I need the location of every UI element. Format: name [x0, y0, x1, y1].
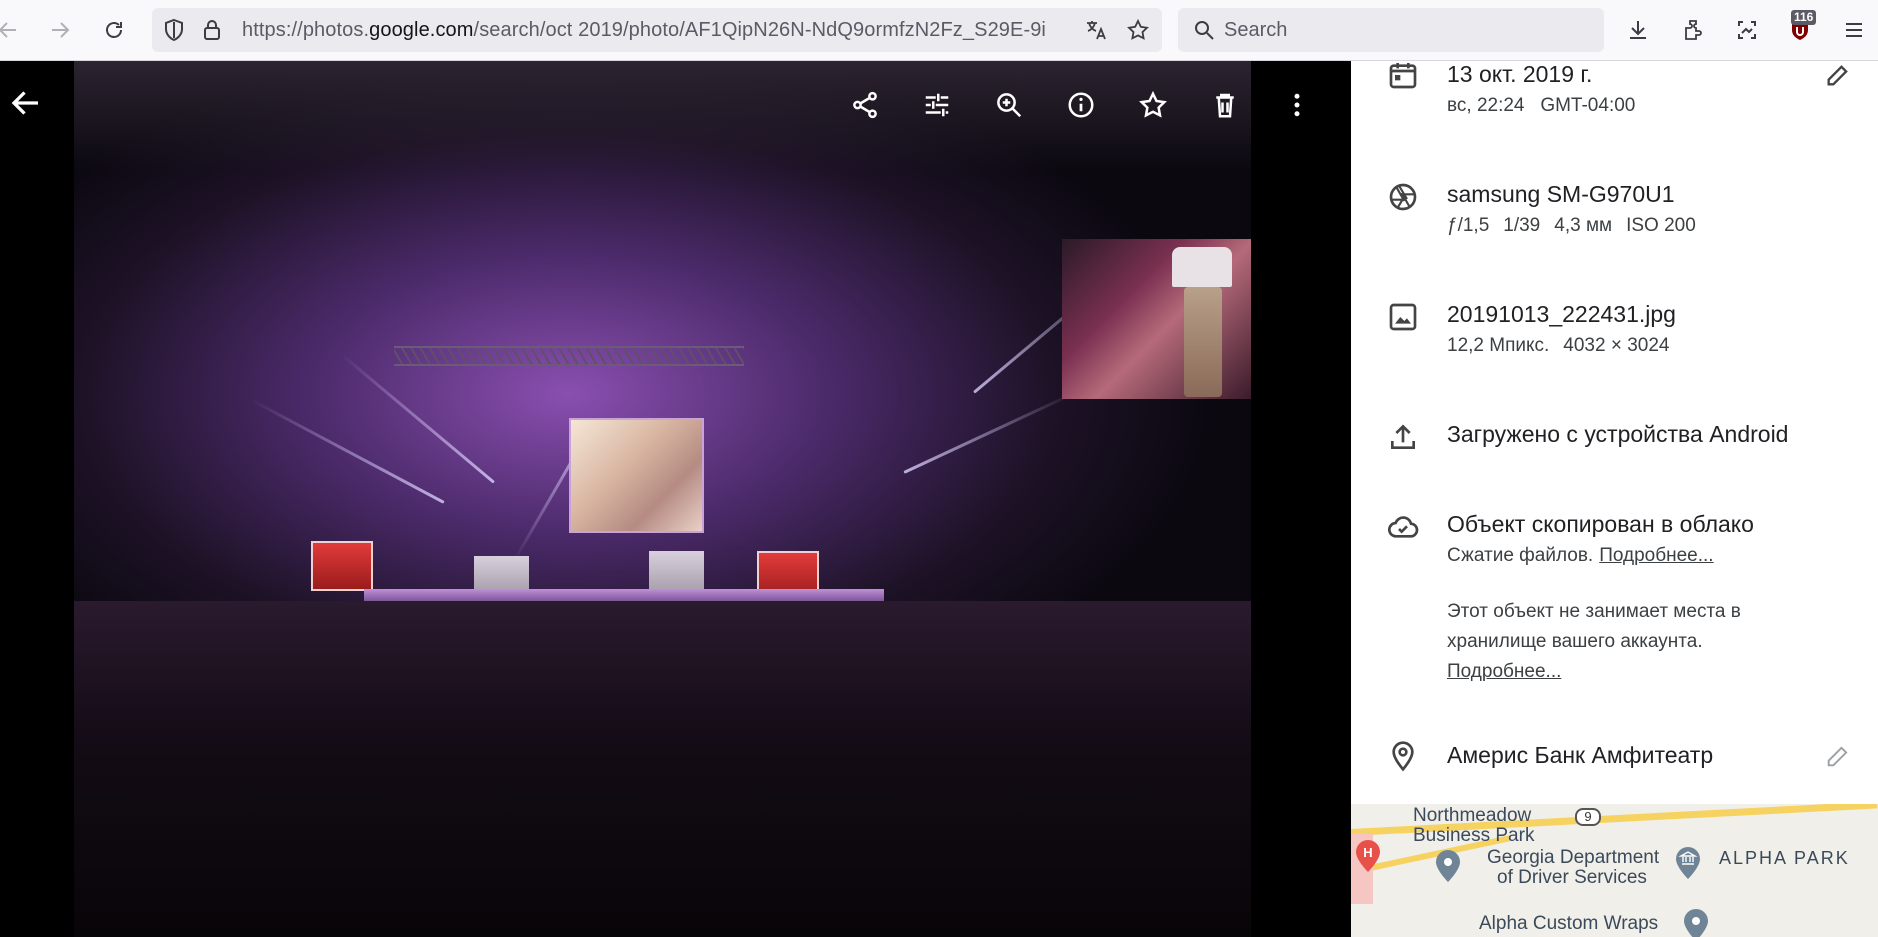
search-icon — [1188, 14, 1220, 46]
url-bar[interactable]: https://photos.google.com/search/oct 201… — [152, 8, 1162, 52]
camera-aperture-icon — [1387, 181, 1419, 213]
photo-lighting-truss — [394, 346, 744, 366]
info-backup-title: Объект скопирован в облако — [1447, 511, 1754, 537]
info-time: вс, 22:24 GMT-04:00 — [1447, 95, 1636, 116]
learn-more-link[interactable]: Подробнее... — [1599, 545, 1713, 566]
info-upload-source: Загружено с устройства Android — [1447, 421, 1789, 447]
map-label-alpha-custom: Alpha Custom Wraps — [1479, 913, 1659, 934]
edit-pencil-icon[interactable] — [1824, 61, 1852, 89]
search-placeholder: Search — [1224, 19, 1288, 41]
photo-beard-shape — [1184, 287, 1222, 397]
info-dimensions: 12,2 Мпикс. 4032 × 3024 — [1447, 335, 1684, 357]
map-hospital-icon: H — [1355, 839, 1381, 873]
star-icon[interactable] — [1122, 14, 1154, 46]
map-route-shield: 9 — [1575, 808, 1601, 826]
map-business-pin-icon[interactable] — [1683, 908, 1709, 937]
photo-crowd — [74, 601, 1251, 937]
photo-viewer — [0, 61, 1351, 937]
extensions-icon[interactable] — [1677, 14, 1709, 46]
search-bar[interactable]: Search — [1178, 8, 1604, 52]
url-prefix: https://photos. — [242, 19, 370, 41]
image-file-icon — [1387, 301, 1419, 333]
photo-side-screen — [1062, 239, 1251, 399]
back-arrow-icon[interactable] — [8, 85, 44, 121]
map-label-business-park: Business Park — [1413, 825, 1535, 846]
url-text[interactable]: https://photos.google.com/search/oct 201… — [242, 19, 1072, 42]
map-government-pin-icon[interactable] — [1675, 846, 1701, 880]
download-icon[interactable] — [1622, 14, 1654, 46]
map-hospital-letter: H — [1363, 845, 1372, 860]
upload-icon — [1387, 421, 1419, 453]
photo-amp-stack — [649, 551, 704, 591]
delete-icon[interactable] — [1209, 89, 1241, 121]
location-pin-icon — [1387, 740, 1419, 772]
storage-learn-more-link[interactable]: Подробнее... — [1447, 657, 1561, 687]
info-iso: ISO 200 — [1626, 215, 1696, 236]
info-aperture: ƒ/1,5 — [1447, 215, 1490, 236]
edit-location-pencil-icon[interactable] — [1824, 742, 1852, 770]
info-focal-length: 4,3 мм — [1554, 215, 1613, 236]
map-place-pin-icon[interactable] — [1435, 849, 1461, 883]
info-storage-note-block: Этот объект не занимает места в хранилищ… — [1447, 597, 1807, 687]
info-backup-compression: Сжатие файлов. — [1447, 545, 1594, 566]
info-storage-note: Этот объект не занимает места в хранилищ… — [1447, 601, 1741, 652]
forward-arrow-icon[interactable] — [44, 14, 76, 46]
more-vert-icon[interactable] — [1281, 89, 1313, 121]
info-panel: 13 окт. 2019 г. вс, 22:24 GMT-04:00 sams… — [1351, 61, 1878, 937]
browser-toolbar: https://photos.google.com/search/oct 201… — [0, 0, 1878, 61]
info-location-name: Америс Банк Амфитеатр — [1447, 742, 1714, 768]
photo-hat-shape — [1172, 247, 1232, 287]
photo-center-screen — [569, 418, 704, 533]
photo-light-beam — [903, 390, 1077, 474]
map-label-georgia-2: of Driver Services — [1497, 867, 1647, 888]
url-domain: google.com — [369, 19, 474, 41]
photo-light-beam — [339, 352, 495, 484]
info-filename: 20191013_222431.jpg — [1447, 301, 1676, 327]
reload-icon[interactable] — [98, 14, 130, 46]
hamburger-menu-icon[interactable] — [1838, 14, 1870, 46]
shield-icon[interactable] — [158, 14, 190, 46]
map-label-alpha-park: ALPHA PARK — [1719, 848, 1850, 868]
photo-amp-stack — [474, 556, 529, 591]
map-label-georgia-1: Georgia Department — [1487, 847, 1660, 868]
info-icon[interactable] — [1065, 89, 1097, 121]
info-backup-compression-line: Сжатие файлов. Подробнее... — [1447, 545, 1728, 567]
share-icon[interactable] — [849, 89, 881, 121]
edit-adjust-icon[interactable] — [921, 89, 953, 121]
url-path: /search/oct 2019/photo/AF1QipN26N-NdQ9or… — [473, 19, 1046, 41]
info-shutter: 1/39 — [1503, 215, 1541, 236]
extension-badge: 116 — [1791, 10, 1817, 25]
screenshot-icon[interactable] — [1731, 14, 1763, 46]
map-label-northmeadow: Northmeadow — [1413, 805, 1532, 826]
info-camera-model: samsung SM-G970U1 — [1447, 181, 1675, 207]
info-date: 13 окт. 2019 г. — [1447, 61, 1593, 87]
location-map[interactable]: Northmeadow Business Park 9 H Georgia De… — [1351, 804, 1878, 937]
info-exif: ƒ/1,5 1/39 4,3 мм ISO 200 — [1447, 215, 1710, 237]
calendar-icon — [1387, 61, 1419, 91]
photo-concert-image — [74, 61, 1251, 937]
zoom-in-icon[interactable] — [993, 89, 1025, 121]
cloud-done-icon — [1387, 511, 1419, 543]
info-resolution: 4032 × 3024 — [1563, 335, 1670, 356]
lock-icon[interactable] — [196, 14, 228, 46]
favorite-star-icon[interactable] — [1137, 89, 1169, 121]
back-arrow-icon[interactable] — [0, 14, 24, 46]
info-megapixels: 12,2 Мпикс. — [1447, 335, 1550, 356]
translate-icon[interactable] — [1080, 14, 1112, 46]
photo-stage-pod-left — [311, 541, 373, 591]
